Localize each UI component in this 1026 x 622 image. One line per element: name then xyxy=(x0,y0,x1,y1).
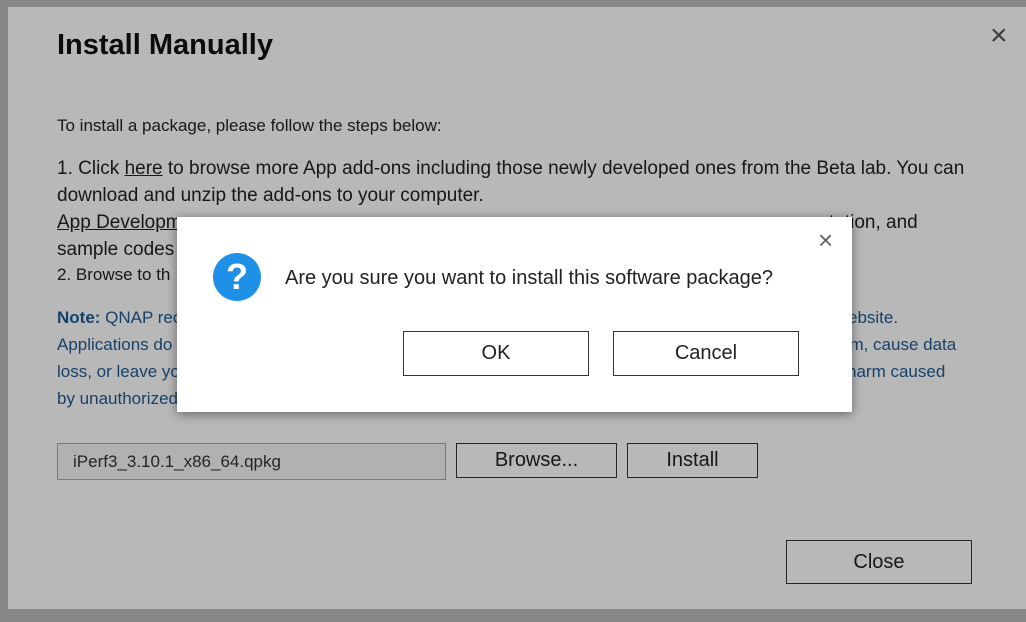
confirm-dialog: × ? Are you sure you want to install thi… xyxy=(177,217,852,412)
close-icon[interactable]: × xyxy=(818,227,833,253)
question-icon: ? xyxy=(213,253,261,301)
cancel-button[interactable]: Cancel xyxy=(613,331,799,376)
ok-button[interactable]: OK xyxy=(403,331,589,376)
confirm-message: Are you sure you want to install this so… xyxy=(285,267,774,289)
